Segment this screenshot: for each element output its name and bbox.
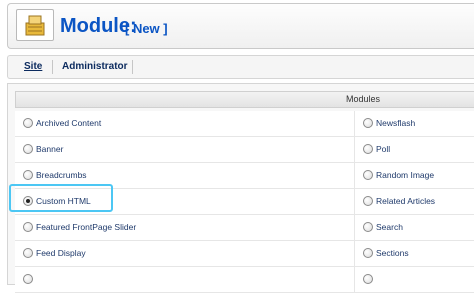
page-subtitle: [ New ]	[125, 21, 168, 36]
module-label[interactable]: Breadcrumbs	[36, 170, 87, 180]
radio-button[interactable]	[363, 144, 373, 154]
module-option-newsflash[interactable]: Newsflash	[355, 111, 474, 136]
module-option-banner[interactable]: Banner	[15, 137, 355, 162]
module-label[interactable]: Random Image	[376, 170, 434, 180]
module-label[interactable]: Related Articles	[376, 196, 435, 206]
module-option-poll[interactable]: Poll	[355, 137, 474, 162]
tab-separator	[132, 60, 133, 74]
module-label[interactable]: Archived Content	[36, 118, 101, 128]
module-option-related-articles[interactable]: Related Articles	[355, 189, 474, 214]
module-option-sections[interactable]: Sections	[355, 241, 474, 266]
radio-button[interactable]	[363, 118, 373, 128]
module-option-random-image[interactable]: Random Image	[355, 163, 474, 188]
tab-separator	[52, 60, 53, 74]
radio-button[interactable]	[23, 248, 33, 258]
module-label[interactable]: Newsflash	[376, 118, 415, 128]
table-row: Feed Display Sections	[15, 241, 474, 267]
tab-administrator[interactable]: Administrator	[62, 61, 128, 72]
table-row	[15, 267, 474, 293]
radio-button[interactable]	[363, 196, 373, 206]
module-option-search[interactable]: Search	[355, 215, 474, 240]
radio-button[interactable]	[363, 274, 373, 284]
module-option-feed-display[interactable]: Feed Display	[15, 241, 355, 266]
page-header: Module: [ New ]	[7, 3, 474, 49]
module-label[interactable]: Poll	[376, 144, 390, 154]
modules-header-label: Modules	[346, 94, 381, 104]
module-label[interactable]: Featured FrontPage Slider	[36, 222, 136, 232]
radio-button[interactable]	[23, 222, 33, 232]
selection-highlight	[9, 184, 113, 212]
radio-button[interactable]	[23, 118, 33, 128]
radio-button[interactable]	[363, 248, 373, 258]
module-icon	[16, 9, 54, 41]
radio-button[interactable]	[363, 170, 373, 180]
table-header: Modules	[15, 91, 474, 108]
tab-site[interactable]: Site	[24, 61, 42, 72]
table-row: Featured FrontPage Slider Search	[15, 215, 474, 241]
module-label[interactable]: Banner	[36, 144, 63, 154]
radio-button[interactable]	[23, 274, 33, 284]
radio-button[interactable]	[363, 222, 373, 232]
module-option-archived-content[interactable]: Archived Content	[15, 111, 355, 136]
submenu-bar: Site Administrator	[7, 55, 474, 79]
radio-button[interactable]	[23, 144, 33, 154]
table-row: Archived Content Newsflash	[15, 111, 474, 137]
module-option-featured-frontpage-slider[interactable]: Featured FrontPage Slider	[15, 215, 355, 240]
module-option-partial[interactable]	[355, 267, 474, 292]
radio-button[interactable]	[23, 170, 33, 180]
module-label[interactable]: Feed Display	[36, 248, 86, 258]
module-option-partial[interactable]	[15, 267, 355, 292]
module-label[interactable]: Search	[376, 222, 403, 232]
module-label[interactable]: Sections	[376, 248, 409, 258]
table-row: Banner Poll	[15, 137, 474, 163]
